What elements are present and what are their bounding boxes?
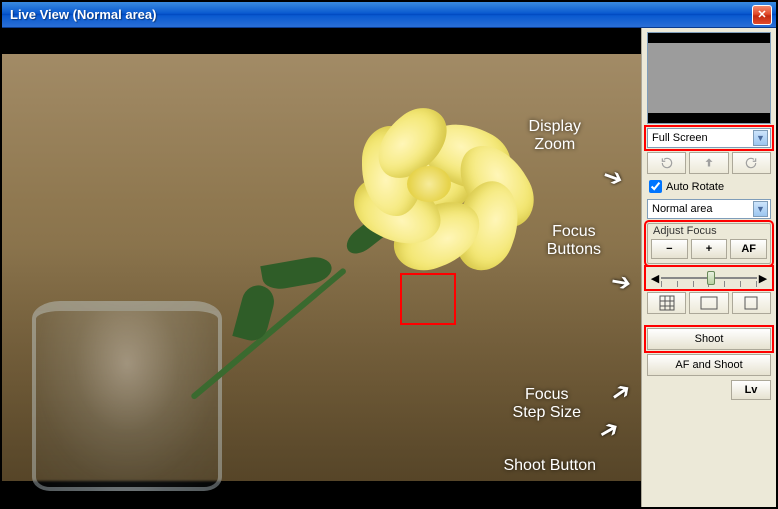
adjust-focus-legend: Adjust Focus [651,225,719,237]
slider-right-button[interactable]: ▶ [757,270,769,286]
focus-area-box[interactable] [400,273,456,325]
minus-icon: − [666,243,672,255]
triangle-left-icon: ◀ [651,272,659,285]
grid-button[interactable] [647,292,686,314]
crop-landscape-button[interactable] [689,292,728,314]
chevron-down-icon: ▼ [753,201,768,217]
slider-thumb[interactable] [707,271,715,285]
af-label: AF [741,243,756,255]
close-icon: ✕ [757,8,766,21]
rotate-cw-button[interactable] [732,152,771,174]
live-view-preview[interactable]: Display Zoom Focus Buttons Focus Step Si… [2,28,641,507]
rect-landscape-icon [700,296,718,310]
af-button[interactable]: AF [730,239,767,259]
shoot-label: Shoot [695,333,724,345]
crop-square-button[interactable] [732,292,771,314]
lv-button[interactable]: Lv [731,380,771,400]
grid-icon [659,295,675,311]
shoot-button[interactable]: Shoot [647,328,771,350]
adjust-focus-group: Adjust Focus − + AF [647,223,771,264]
upload-button[interactable] [689,152,728,174]
titlebar: Live View (Normal area) ✕ [2,2,776,28]
rect-square-icon [744,296,758,310]
focus-step-slider[interactable]: ◀ ▶ [647,268,771,288]
area-select-value: Normal area [652,203,753,215]
rotate-cw-icon [744,156,758,170]
auto-rotate-checkbox[interactable]: Auto Rotate [647,178,771,195]
up-arrow-icon [702,156,716,170]
af-and-shoot-button[interactable]: AF and Shoot [647,354,771,376]
chevron-down-icon: ▼ [753,130,768,146]
close-button[interactable]: ✕ [752,5,772,25]
zoom-select[interactable]: Full Screen ▼ [647,128,771,148]
histogram-thumb [647,32,771,124]
slider-left-button[interactable]: ◀ [649,270,661,286]
zoom-select-value: Full Screen [652,132,753,144]
focus-minus-button[interactable]: − [651,239,688,259]
auto-rotate-input[interactable] [649,180,662,193]
side-panel: Full Screen ▼ Auto Rotate Normal area ▼ … [641,28,776,507]
triangle-right-icon: ▶ [759,272,767,285]
focus-plus-button[interactable]: + [691,239,728,259]
rotate-ccw-icon [660,156,674,170]
plus-icon: + [706,243,712,255]
window-title: Live View (Normal area) [6,7,752,22]
lv-label: Lv [745,384,758,396]
auto-rotate-label: Auto Rotate [666,181,724,193]
rotate-ccw-button[interactable] [647,152,686,174]
preview-image [2,54,641,481]
area-select[interactable]: Normal area ▼ [647,199,771,219]
af-and-shoot-label: AF and Shoot [675,359,742,371]
slider-track[interactable] [661,271,757,285]
